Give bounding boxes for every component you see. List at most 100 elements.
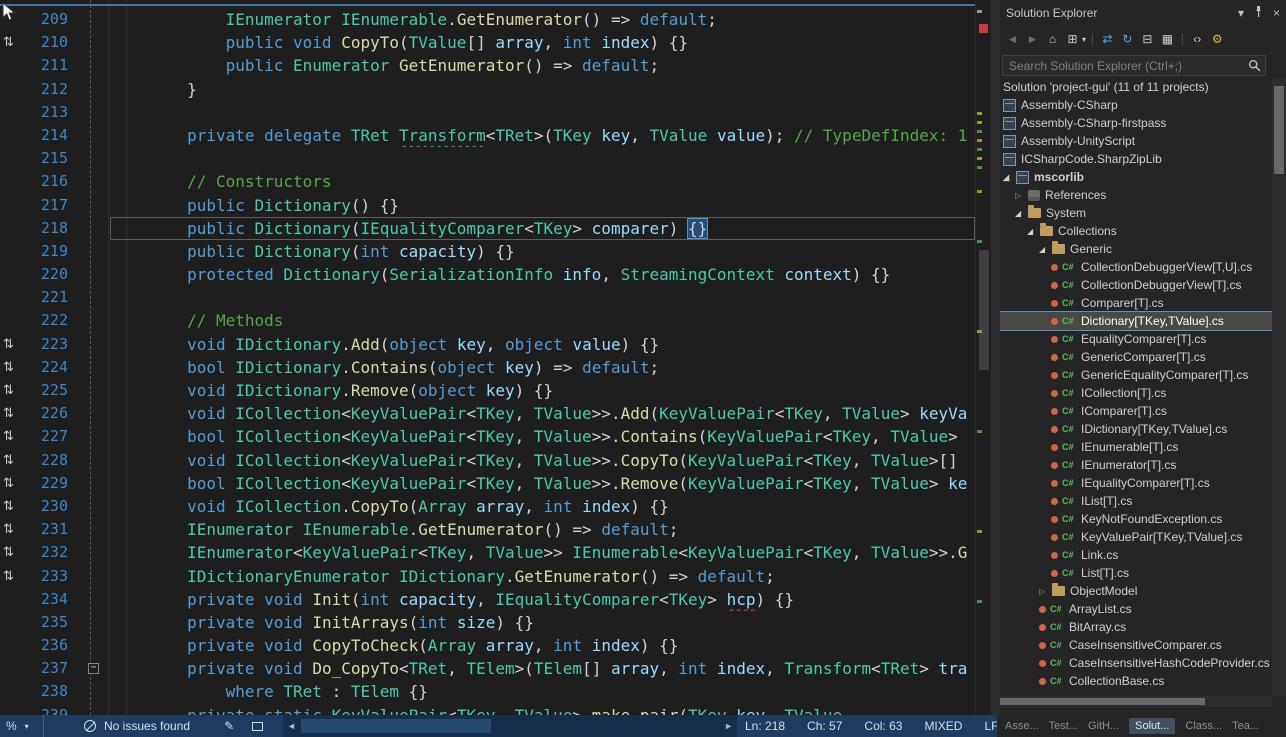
tool-window-tab-tea[interactable]: Tea... [1232, 720, 1259, 732]
code-line[interactable]: ⇅223 void IDictionary.Add(object key, ob… [0, 333, 975, 356]
zoom-control[interactable]: % ▾ [0, 715, 44, 737]
scroll-right-icon[interactable]: ► [724, 721, 733, 731]
code-text[interactable]: void ICollection<KeyValuePair<TKey, TVal… [110, 449, 975, 472]
line-number[interactable]: 224 [24, 356, 68, 379]
line-number[interactable]: 211 [24, 54, 68, 77]
tree-item-ilist-t-cs[interactable]: C#IList[T].cs [1000, 492, 1272, 510]
tree-horizontal-scrollbar[interactable] [1000, 696, 1272, 707]
line-number[interactable]: 216 [24, 170, 68, 193]
line-number[interactable]: 214 [24, 124, 68, 147]
chevron-expanded-icon[interactable]: ◢ [1003, 173, 1016, 182]
properties-icon[interactable]: ⚙ [1209, 32, 1226, 46]
tree-item-idictionary-tkey-tvalue-cs[interactable]: C#IDictionary[TKey,TValue].cs [1000, 420, 1272, 438]
code-text[interactable]: private void Do_CopyTo<TRet, TElem>(TEle… [110, 657, 975, 680]
implements-icon[interactable]: ⇅ [0, 541, 24, 564]
tool-window-tab-gith[interactable]: GitH... [1088, 720, 1119, 732]
issues-status[interactable]: No issues found ✎ [84, 715, 263, 737]
window-position-icon[interactable]: ▾ [1238, 6, 1244, 20]
pin-icon[interactable] [1253, 5, 1264, 21]
tree-item-equalitycomparer-t-cs[interactable]: C#EqualityComparer[T].cs [1000, 330, 1272, 348]
solution-root[interactable]: Solution 'project-gui' (11 of 11 project… [1000, 78, 1272, 96]
implements-icon[interactable]: ⇅ [0, 425, 24, 448]
implements-icon[interactable]: ⇅ [0, 495, 24, 518]
code-text[interactable]: IEnumerator<KeyValuePair<TKey, TValue>> … [110, 541, 975, 564]
code-text[interactable]: private void InitArrays(int size) {} [110, 611, 975, 634]
scrollbar-thumb[interactable] [301, 719, 491, 733]
tool-window-tab-asse[interactable]: Asse... [1005, 720, 1039, 732]
implements-icon[interactable]: ⇅ [0, 565, 24, 588]
code-line[interactable]: ⇅226 void ICollection<KeyValuePair<TKey,… [0, 402, 975, 425]
implements-icon[interactable]: ⇅ [0, 333, 24, 356]
line-number[interactable]: 218 [24, 217, 68, 240]
code-line[interactable]: ⇅210 public void CopyTo(TValue[] array, … [0, 31, 975, 54]
line-number[interactable]: 233 [24, 565, 68, 588]
tree-item-dictionary-tkey-tvalue-cs[interactable]: C#Dictionary[TKey,TValue].cs [1000, 312, 1272, 330]
tree-item-assembly-unityscript[interactable]: Assembly-UnityScript [1000, 132, 1272, 150]
code-line[interactable]: ⇅225 void IDictionary.Remove(object key)… [0, 379, 975, 402]
back-icon[interactable]: ◄ [1004, 32, 1021, 46]
implements-icon[interactable]: ⇅ [0, 356, 24, 379]
switch-views-icon[interactable]: ⊞ [1064, 32, 1081, 46]
code-line[interactable]: 219 public Dictionary(int capacity) {} [0, 240, 975, 263]
line-number[interactable]: 237 [24, 657, 68, 680]
code-text[interactable]: public Enumerator GetEnumerator() => def… [110, 54, 975, 77]
code-line[interactable]: 215 [0, 147, 975, 170]
line-number[interactable]: 228 [24, 449, 68, 472]
chevron-expanded-icon[interactable]: ◢ [1039, 245, 1052, 254]
code-text[interactable]: void IDictionary.Remove(object key) {} [110, 379, 975, 402]
code-text[interactable]: private delegate TRet Transform<TRet>(TK… [110, 124, 975, 147]
code-line[interactable]: 222 // Methods [0, 309, 975, 332]
tree-item-icsharpcode-sharpziplib[interactable]: ICSharpCode.SharpZipLib [1000, 150, 1272, 168]
tree-item-system[interactable]: ◢System [1000, 204, 1272, 222]
code-line[interactable]: 211 public Enumerator GetEnumerator() =>… [0, 54, 975, 77]
line-number[interactable]: 209 [24, 8, 68, 31]
tree-item-collectiondebuggerview-t-u-cs[interactable]: C#CollectionDebuggerView[T,U].cs [1000, 258, 1272, 276]
line-number[interactable]: 226 [24, 402, 68, 425]
line-number[interactable]: 219 [24, 240, 68, 263]
search-input[interactable] [1002, 55, 1266, 76]
code-editor[interactable]: 209 IEnumerator IEnumerable.GetEnumerato… [0, 0, 991, 715]
tree-item-bitarray-cs[interactable]: C#BitArray.cs [1000, 618, 1272, 636]
line-number[interactable]: 223 [24, 333, 68, 356]
code-text[interactable]: public void CopyTo(TValue[] array, int i… [110, 31, 975, 54]
code-line[interactable]: ⇅228 void ICollection<KeyValuePair<TKey,… [0, 449, 975, 472]
line-number[interactable]: 229 [24, 472, 68, 495]
code-text[interactable] [110, 101, 975, 124]
code-text[interactable]: public Dictionary(int capacity) {} [110, 240, 975, 263]
tool-window-tab-solut[interactable]: Solut... [1129, 718, 1175, 734]
code-line[interactable]: 239 private static KeyValuePair<TKey, TV… [0, 704, 975, 715]
home-icon[interactable]: ⌂ [1044, 32, 1061, 46]
tree-item-collectiondebuggerview-t-cs[interactable]: C#CollectionDebuggerView[T].cs [1000, 276, 1272, 294]
line-number[interactable]: 234 [24, 588, 68, 611]
collapse-all-icon[interactable]: ⊟ [1139, 32, 1156, 46]
code-text[interactable]: // Methods [110, 309, 975, 332]
scrollbar-thumb[interactable] [1274, 86, 1284, 174]
code-text[interactable]: } [110, 78, 975, 101]
tree-item-list-t-cs[interactable]: C#List[T].cs [1000, 564, 1272, 582]
horizontal-scrollbar[interactable]: ◄ ► [283, 715, 737, 737]
code-text[interactable]: protected Dictionary(SerializationInfo i… [110, 263, 975, 286]
implements-icon[interactable]: ⇅ [0, 518, 24, 541]
code-line[interactable]: ⇅233 IDictionaryEnumerator IDictionary.G… [0, 565, 975, 588]
code-line[interactable]: 218 public Dictionary(IEqualityComparer<… [0, 217, 975, 240]
panel-splitter[interactable] [991, 0, 1000, 715]
tree-item-caseinsensitivecomparer-cs[interactable]: C#CaseInsensitiveComparer.cs [1000, 636, 1272, 654]
implements-icon[interactable]: ⇅ [0, 31, 24, 54]
view-code-icon[interactable]: ‹› [1189, 32, 1206, 46]
tree-item-keynotfoundexception-cs[interactable]: C#KeyNotFoundException.cs [1000, 510, 1272, 528]
tree-item-mscorlib[interactable]: ◢mscorlib [1000, 168, 1272, 186]
tree-item-generic[interactable]: ◢Generic [1000, 240, 1272, 258]
sync-active-document-icon[interactable]: ⇄ [1099, 32, 1116, 46]
code-line[interactable]: 217 public Dictionary() {} [0, 194, 975, 217]
code-text[interactable]: // Constructors [110, 170, 975, 193]
code-text[interactable]: void IDictionary.Add(object key, object … [110, 333, 975, 356]
code-line[interactable]: 236 private void CopyToCheck(Array array… [0, 634, 975, 657]
code-text[interactable]: private void CopyToCheck(Array array, in… [110, 634, 975, 657]
tree-item-link-cs[interactable]: C#Link.cs [1000, 546, 1272, 564]
tree-item-collectionbase-cs[interactable]: C#CollectionBase.cs [1000, 672, 1272, 690]
tree-item-comparer-t-cs[interactable]: C#Comparer[T].cs [1000, 294, 1272, 312]
code-text[interactable]: bool ICollection<KeyValuePair<TKey, TVal… [110, 472, 975, 495]
forward-icon[interactable]: ► [1024, 32, 1041, 46]
code-text[interactable] [110, 286, 975, 309]
line-number[interactable]: 236 [24, 634, 68, 657]
